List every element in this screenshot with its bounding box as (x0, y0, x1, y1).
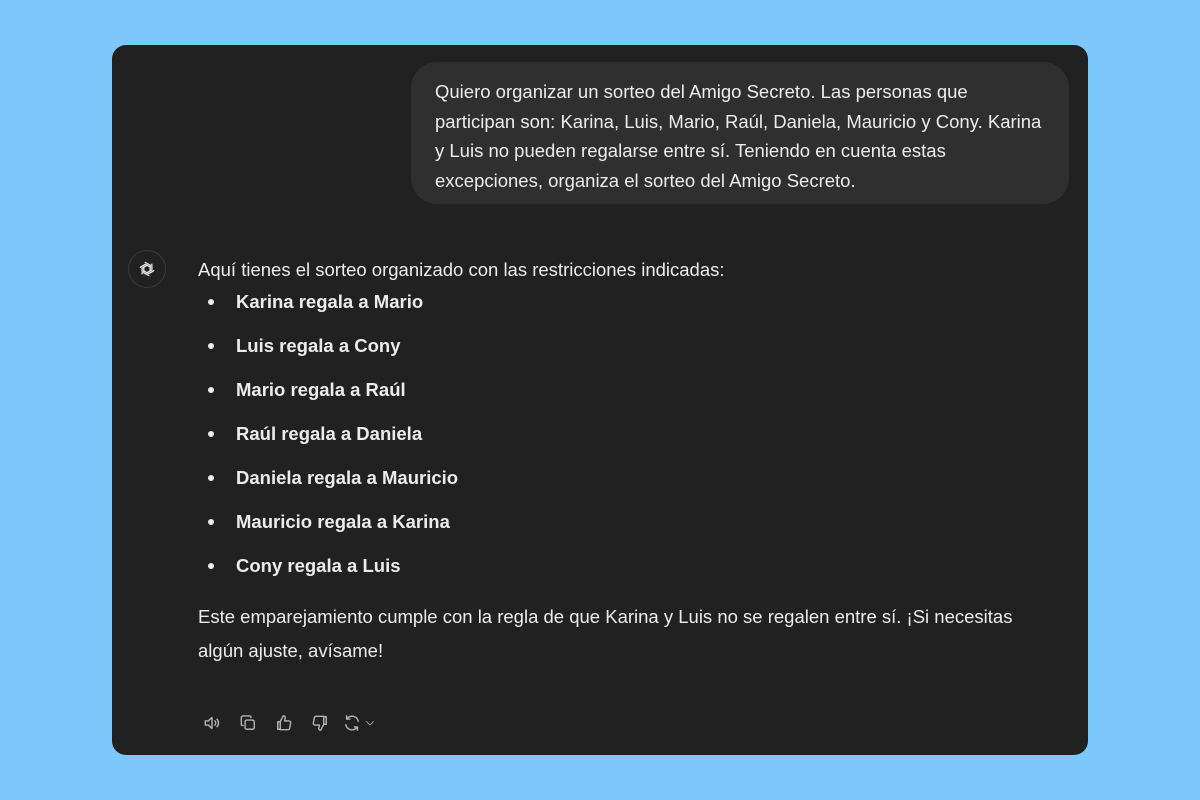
bullet (208, 387, 214, 393)
pair-text: Luis regala a Cony (236, 335, 401, 356)
list-item: Mauricio regala a Karina (198, 508, 1058, 552)
assistant-avatar (128, 250, 166, 288)
list-item: Daniela regala a Mauricio (198, 464, 1058, 508)
regenerate-icon (345, 715, 359, 731)
list-item: Cony regala a Luis (198, 552, 1058, 596)
list-item: Mario regala a Raúl (198, 376, 1058, 420)
pair-text: Karina regala a Mario (236, 291, 424, 312)
bad-response-button[interactable] (306, 709, 334, 737)
assistant-outro: Este emparejamiento cumple con la regla … (198, 606, 1013, 661)
regenerate-button[interactable] (342, 709, 386, 737)
pair-text: Daniela regala a Mauricio (236, 467, 459, 488)
bullet (208, 299, 214, 305)
thumbs-up-icon (277, 715, 292, 731)
user-message-text: Quiero organizar un sorteo del Amigo Sec… (435, 81, 1042, 191)
bullet (208, 431, 214, 437)
assistant-intro: Aquí tienes el sorteo organizado con las… (198, 259, 725, 280)
copy-icon (240, 715, 255, 730)
user-message-bubble: Quiero organizar un sorteo del Amigo Sec… (411, 62, 1069, 204)
list-item: Raúl regala a Daniela (198, 420, 1058, 464)
chat-window: Quiero organizar un sorteo del Amigo Sec… (112, 45, 1088, 755)
bullet (208, 519, 214, 525)
pairs-list: Karina regala a Mario Luis regala a Cony… (198, 288, 1058, 596)
bullet (208, 563, 214, 569)
message-actions (198, 709, 394, 737)
thumbs-down-icon (312, 715, 327, 731)
pair-text: Mauricio regala a Karina (236, 511, 450, 532)
bullet (208, 343, 214, 349)
pair-text: Mario regala a Raúl (236, 379, 406, 400)
list-item: Luis regala a Cony (198, 332, 1058, 376)
copy-button[interactable] (234, 709, 262, 737)
assistant-message: Aquí tienes el sorteo organizado con las… (198, 256, 1058, 687)
pair-text: Cony regala a Luis (236, 555, 401, 576)
bullet (208, 475, 214, 481)
chevron-down-icon (366, 721, 374, 726)
pair-text: Raúl regala a Daniela (236, 423, 423, 444)
openai-logo-icon (139, 261, 155, 277)
list-item: Karina regala a Mario (198, 288, 1058, 332)
read-aloud-button[interactable] (198, 709, 226, 737)
good-response-button[interactable] (270, 709, 298, 737)
speaker-icon (204, 716, 220, 730)
